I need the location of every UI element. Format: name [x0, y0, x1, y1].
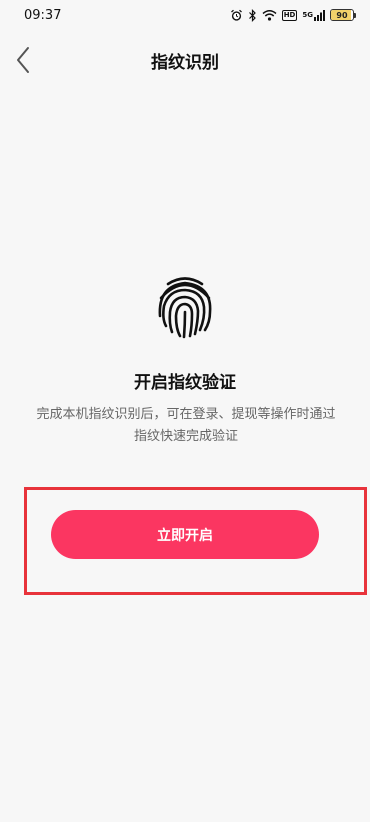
enable-fingerprint-heading: 开启指纹验证 [134, 373, 236, 393]
page-title: 指纹识别 [151, 53, 219, 73]
hd-icon: HD [281, 9, 298, 21]
battery-level-text: 90 [336, 10, 348, 20]
bluetooth-icon [248, 8, 257, 22]
status-bar: 09:37 HD 5G 90 [0, 0, 370, 30]
battery-icon: 90 [330, 9, 356, 21]
alarm-icon [230, 9, 243, 22]
enable-now-button[interactable]: 立即开启 [51, 510, 319, 559]
status-icons: HD 5G 90 [230, 8, 356, 22]
wifi-icon [262, 9, 277, 21]
navigation-bar: 指纹识别 [0, 40, 370, 80]
network-label: 5G [302, 11, 313, 19]
fingerprint-icon [158, 277, 212, 339]
status-time: 09:37 [24, 7, 62, 23]
5g-signal-icon: 5G [302, 9, 325, 21]
fingerprint-description: 完成本机指纹识别后，可在登录、提现等操作时通过指纹快速完成验证 [36, 407, 336, 444]
